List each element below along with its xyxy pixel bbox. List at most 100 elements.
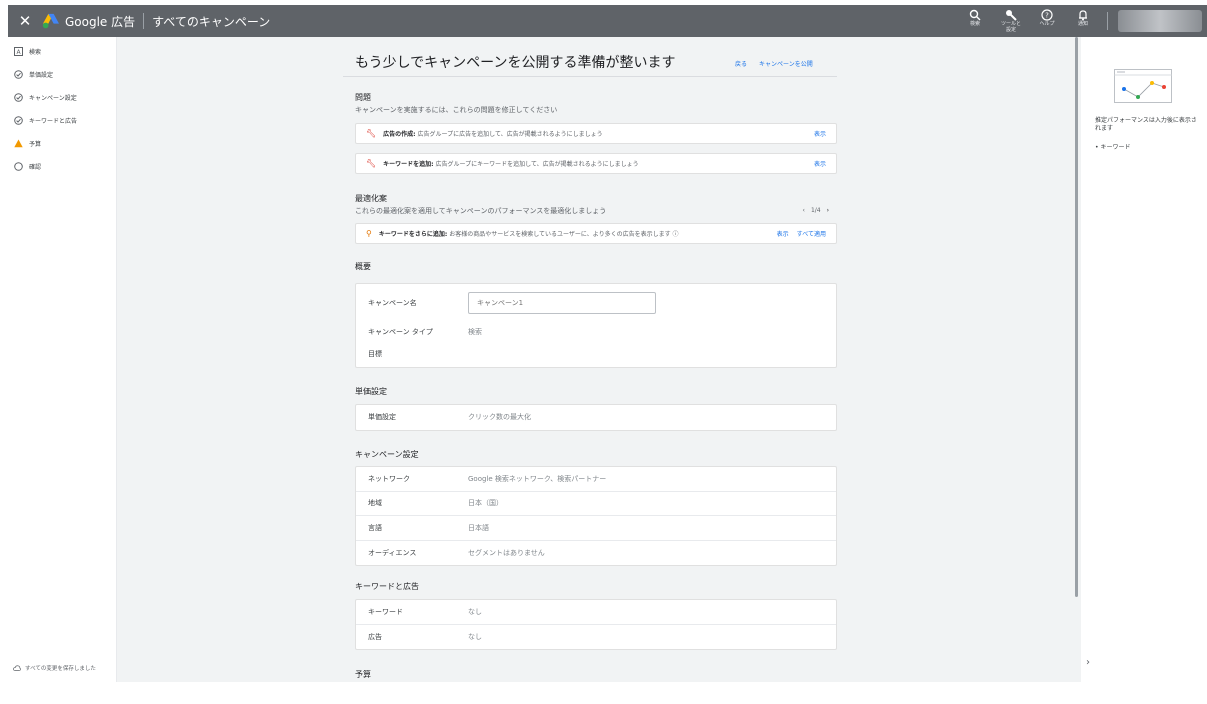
location-row: 地域 日本（国） bbox=[356, 492, 836, 516]
chevron-left-icon[interactable]: ‹ bbox=[803, 207, 805, 214]
row-label: オーディエンス bbox=[368, 548, 417, 557]
cloud-icon bbox=[13, 665, 21, 671]
tool-label: 通知 bbox=[1077, 21, 1088, 27]
warning-icon bbox=[13, 139, 23, 149]
sidebar-item-budget[interactable]: 予算 bbox=[8, 132, 116, 155]
overview-card: キャンペーン名 キャンペーン タイプ 検索 目標 bbox=[355, 283, 837, 368]
ads-icon: A bbox=[13, 47, 23, 57]
tool-label: ツールと設定 bbox=[1000, 21, 1021, 33]
budget-title: 予算 bbox=[355, 670, 371, 679]
notifications-button[interactable]: 通知 bbox=[1071, 9, 1095, 27]
row-value: 日本（国） bbox=[468, 499, 503, 508]
overview-title: 概要 bbox=[355, 262, 371, 271]
sidebar: A 検索 単価設定 キャンペーン設定 キーワードと広告 予算 確認 すべての変更… bbox=[8, 37, 117, 682]
optimization-text: キーワードをさらに追加: お客様の商品やサービスを検索しているユーザーに、より多… bbox=[379, 229, 769, 238]
bidding-card[interactable]: 単価設定 クリック数の最大化 bbox=[355, 404, 837, 431]
performance-chart-illustration bbox=[1114, 69, 1172, 103]
optimization-view-link[interactable]: 表示 bbox=[777, 229, 789, 238]
chevron-right-icon[interactable]: › bbox=[1086, 657, 1090, 668]
tool-label: 検索 bbox=[969, 21, 980, 27]
keywords-ads-card[interactable]: キーワード なし 広告 なし bbox=[355, 599, 837, 650]
header-actions: 戻る キャンペーンを公開 bbox=[735, 59, 813, 68]
tools-settings-button[interactable]: ツールと設定 bbox=[999, 9, 1023, 33]
google-ads-logo bbox=[42, 13, 59, 29]
row-value: 日本語 bbox=[468, 523, 489, 532]
sidebar-item-keywords-ads[interactable]: キーワードと広告 bbox=[8, 109, 116, 132]
optimization-title: 最適化案 bbox=[355, 194, 387, 203]
empty-circle-icon bbox=[13, 162, 23, 172]
issue-create-ad: 🔧︎ 広告の作成: 広告グループに広告を追加して、広告が掲載されるようにしましょ… bbox=[355, 123, 837, 144]
issue-add-keywords: 🔧︎ キーワードを追加: 広告グループにキーワードを追加して、広告が掲載されるよ… bbox=[355, 153, 837, 174]
issue-text: 広告の作成: 広告グループに広告を追加して、広告が掲載されるようにしましょう bbox=[383, 129, 806, 138]
performance-bullet-text: キーワード bbox=[1100, 144, 1131, 151]
optimization-subtitle: これらの最適化案を適用してキャンペーンのパフォーマンスを最適化しましょう bbox=[355, 207, 607, 215]
issue-title: キーワードを追加: bbox=[383, 161, 434, 168]
optimization-item-description: お客様の商品やサービスを検索しているユーザーに、より多くの広告を表示します bbox=[449, 231, 671, 238]
campaign-name-label: キャンペーン名 bbox=[368, 299, 417, 307]
sidebar-item-campaign-settings[interactable]: キャンペーン設定 bbox=[8, 86, 116, 109]
sidebar-item-label: 確認 bbox=[29, 164, 42, 171]
row-label: 地域 bbox=[368, 499, 382, 508]
tool-label: ヘルプ bbox=[1039, 21, 1055, 27]
issue-title: 広告の作成: bbox=[383, 131, 416, 138]
row-value: なし bbox=[468, 607, 482, 616]
issue-view-link[interactable]: 表示 bbox=[814, 159, 826, 168]
svg-text:?: ? bbox=[1045, 12, 1049, 20]
optimization-item-title: キーワードをさらに追加: bbox=[378, 231, 448, 238]
wrench-icon: 🔧︎ bbox=[366, 159, 377, 168]
campaign-name-row: キャンペーン名 bbox=[356, 292, 656, 314]
performance-pane: 推定パフォーマンスは入力後に表示されます • キーワード › bbox=[1081, 37, 1207, 682]
issues-section: 問題 キャンペーンを実施するには、これらの問題を修正してください bbox=[355, 92, 837, 115]
bidding-value: クリック数の最大化 bbox=[468, 413, 531, 422]
issue-view-link[interactable]: 表示 bbox=[814, 129, 826, 138]
bell-icon bbox=[1079, 10, 1087, 21]
page-title: もう少しでキャンペーンを公開する準備が整います bbox=[355, 55, 676, 71]
publish-link[interactable]: キャンペーンを公開 bbox=[759, 59, 813, 68]
sidebar-item-label: キャンペーン設定 bbox=[29, 95, 77, 102]
row-value: セグメントはありません bbox=[468, 548, 545, 557]
scrollbar[interactable] bbox=[1072, 37, 1081, 682]
keywords-ads-title: キーワードと広告 bbox=[355, 582, 419, 591]
row-label: 言語 bbox=[368, 523, 382, 532]
account-avatar[interactable] bbox=[1118, 10, 1202, 32]
performance-note: 推定パフォーマンスは入力後に表示されます bbox=[1095, 117, 1197, 132]
search-icon: ⚲ bbox=[366, 229, 372, 238]
close-icon[interactable]: ✕ bbox=[14, 12, 36, 30]
bidding-row: 単価設定 クリック数の最大化 bbox=[356, 405, 836, 430]
brand-name: Google 広告 bbox=[65, 14, 136, 29]
help-icon: ? bbox=[1041, 9, 1053, 21]
main-content: もう少しでキャンペーンを公開する準備が整います 戻る キャンペーンを公開 問題 … bbox=[117, 37, 1072, 682]
search-button[interactable]: 検索 bbox=[963, 9, 987, 27]
ads-row: 広告 なし bbox=[356, 625, 836, 650]
toolbar: 検索 ツールと設定 ? ヘルプ 通知 bbox=[963, 9, 1095, 33]
divider bbox=[1107, 12, 1108, 30]
info-icon[interactable]: ⓘ bbox=[673, 231, 679, 238]
save-status-text: すべての変更を保存しました bbox=[25, 666, 96, 672]
chevron-right-icon[interactable]: › bbox=[827, 207, 829, 214]
help-button[interactable]: ? ヘルプ bbox=[1035, 9, 1059, 27]
back-link[interactable]: 戻る bbox=[735, 59, 747, 68]
row-value: Google 検索ネットワーク、検索パートナー bbox=[468, 474, 607, 483]
divider bbox=[143, 13, 145, 29]
sidebar-item-label: 検索 bbox=[29, 49, 42, 56]
sidebar-item-label: キーワードと広告 bbox=[29, 118, 78, 125]
sidebar-item-bidding[interactable]: 単価設定 bbox=[8, 63, 116, 86]
apply-all-link[interactable]: すべて適用 bbox=[797, 229, 826, 238]
sidebar-item-search[interactable]: A 検索 bbox=[8, 40, 116, 63]
page-indicator: 1/4 bbox=[810, 207, 821, 214]
sidebar-item-review[interactable]: 確認 bbox=[8, 155, 116, 178]
language-row: 言語 日本語 bbox=[356, 516, 836, 541]
performance-bullet: • キーワード bbox=[1095, 144, 1131, 151]
campaign-settings-card[interactable]: ネットワーク Google 検索ネットワーク、検索パートナー 地域 日本（国） … bbox=[355, 466, 837, 566]
save-status: すべての変更を保存しました bbox=[13, 664, 96, 672]
scrollbar-thumb[interactable] bbox=[1075, 37, 1078, 597]
sidebar-item-label: 予算 bbox=[29, 141, 42, 148]
bidding-title: 単価設定 bbox=[355, 387, 387, 396]
row-label: キーワード bbox=[368, 607, 403, 616]
issue-text: キーワードを追加: 広告グループにキーワードを追加して、広告が掲載されるようにし… bbox=[383, 159, 806, 168]
campaign-name-input[interactable] bbox=[468, 292, 656, 314]
breadcrumb[interactable]: すべてのキャンペーン bbox=[152, 13, 270, 30]
row-label: 広告 bbox=[368, 632, 382, 641]
campaign-type-row: キャンペーン タイプ 検索 bbox=[356, 327, 482, 337]
campaign-type-label: キャンペーン タイプ bbox=[368, 328, 433, 336]
